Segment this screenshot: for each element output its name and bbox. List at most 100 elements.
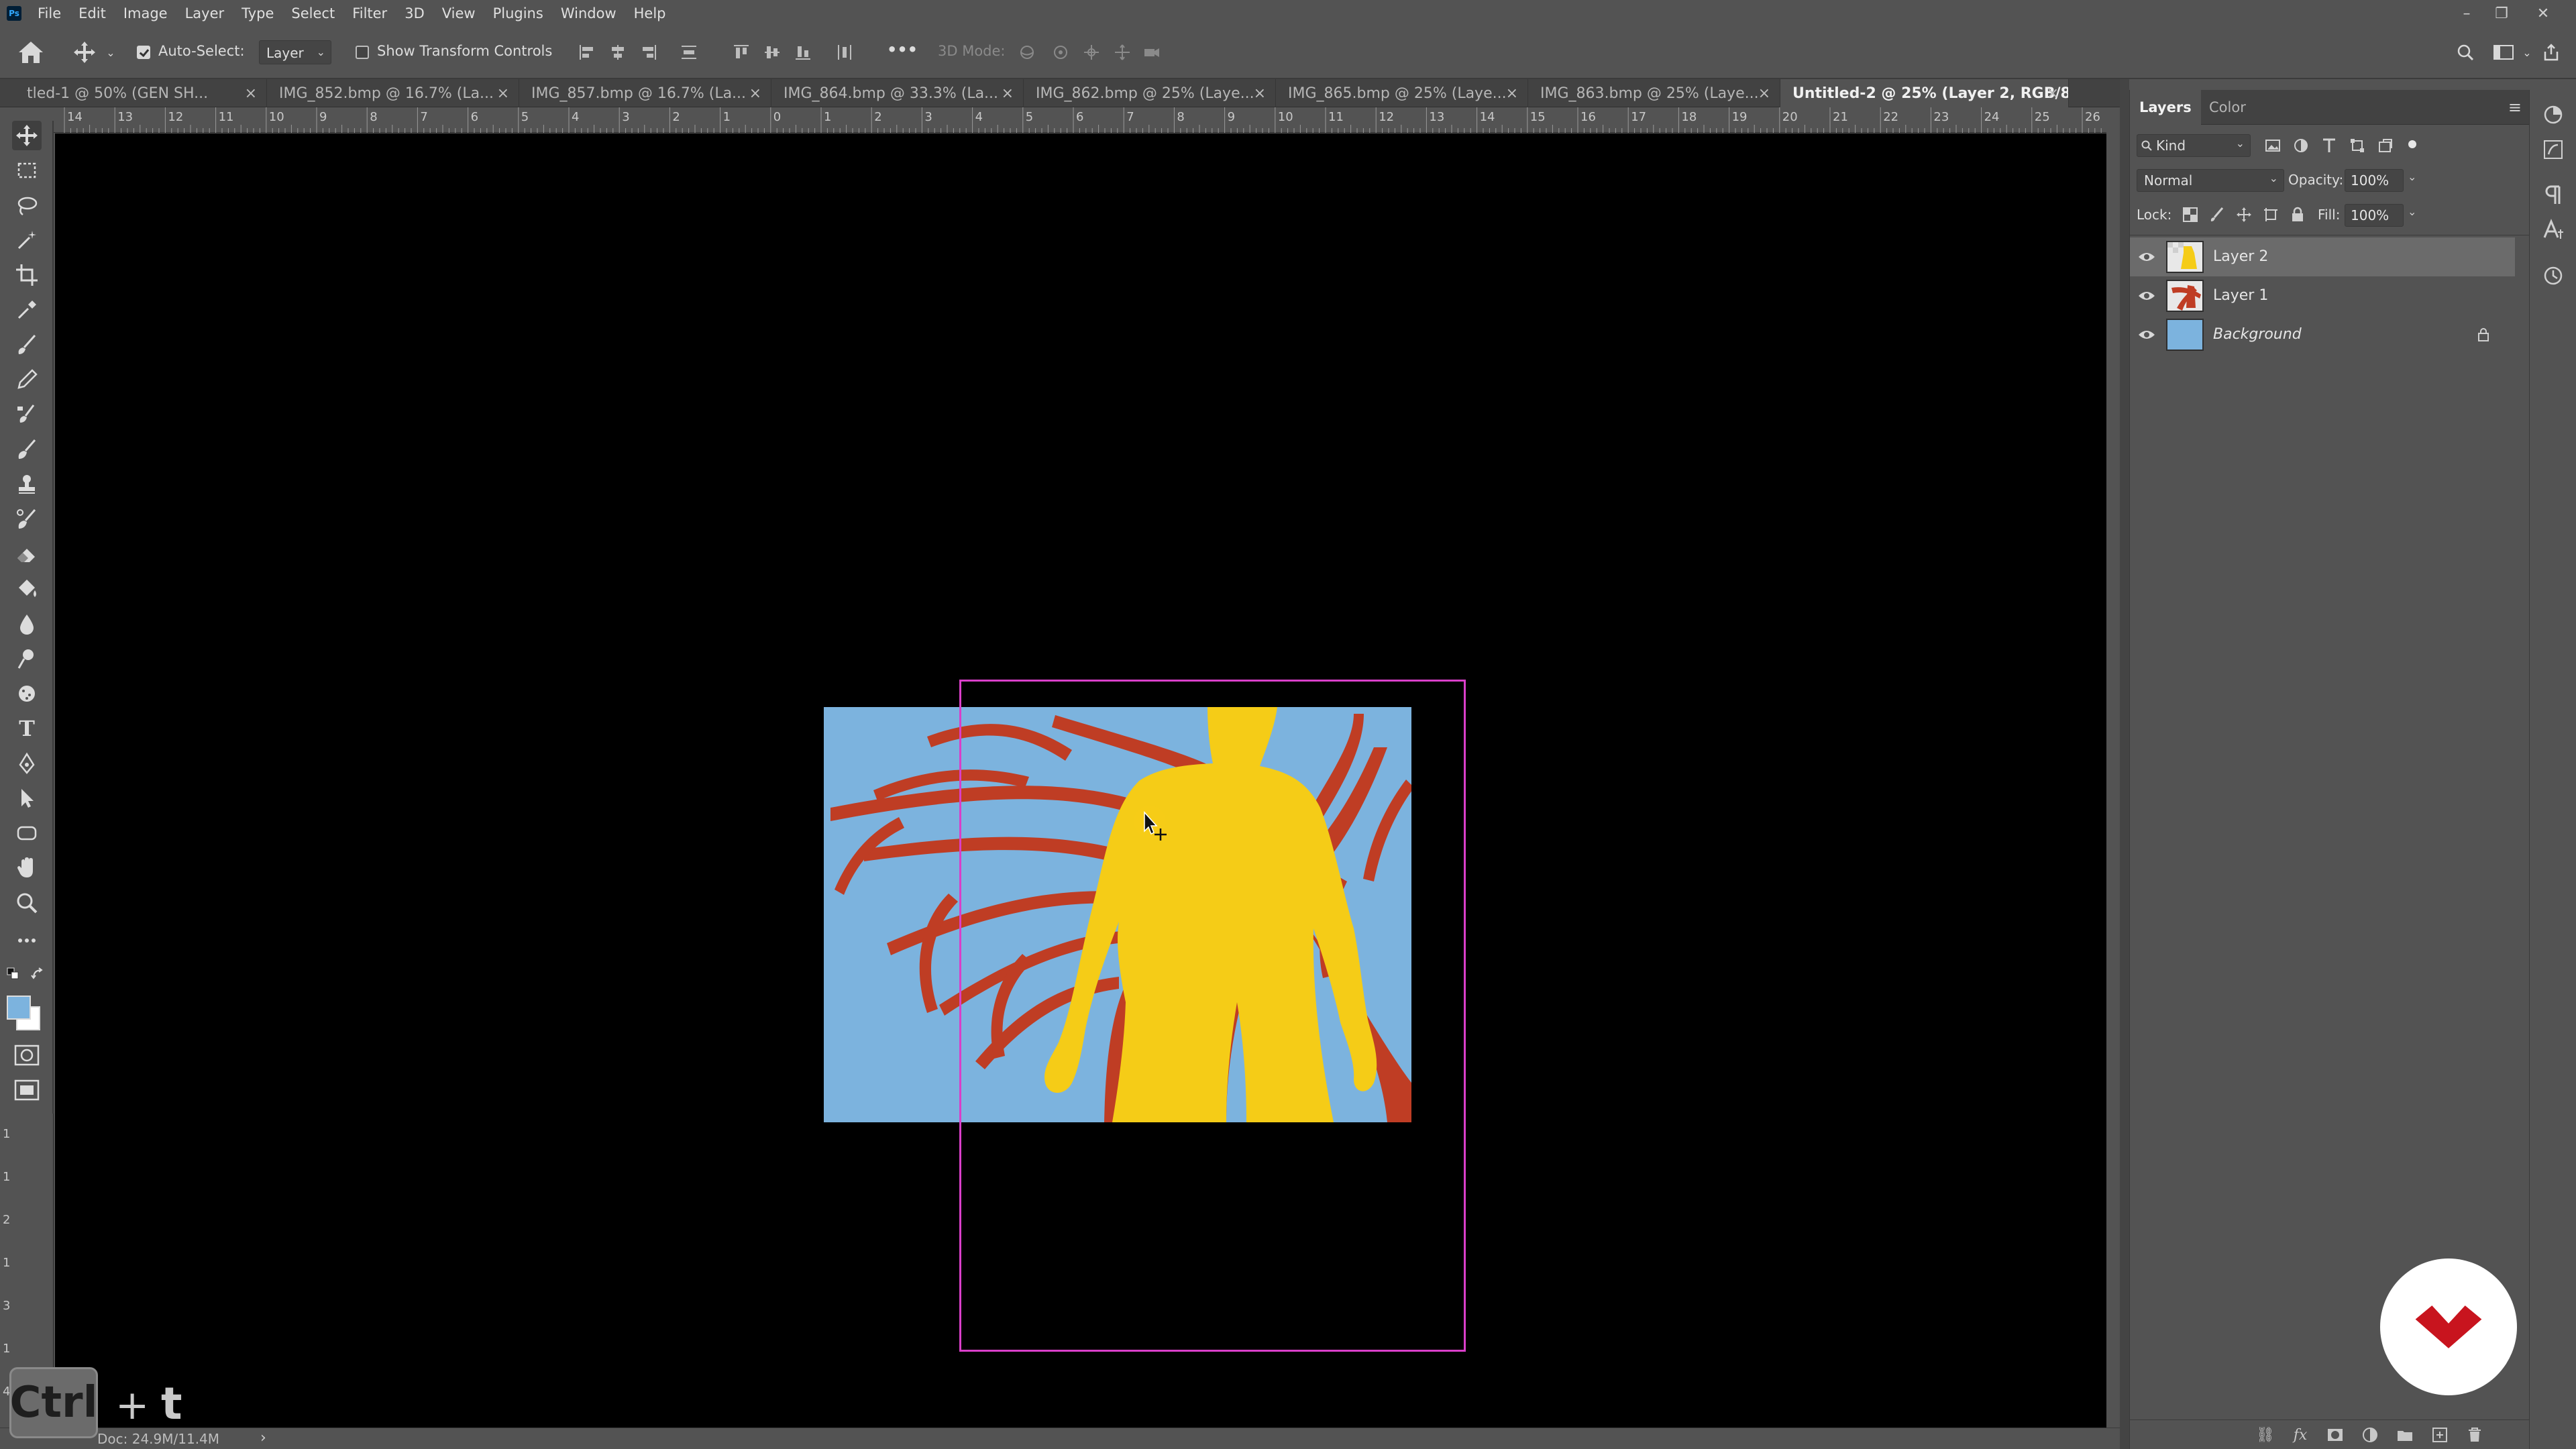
menu-file[interactable]: File bbox=[38, 5, 61, 21]
move-tool[interactable] bbox=[12, 121, 42, 150]
status-chevron-right-icon[interactable]: › bbox=[260, 1430, 266, 1446]
workspace-chevron-icon[interactable]: ⌄ bbox=[2521, 38, 2533, 67]
rectangle-tool[interactable] bbox=[12, 818, 42, 848]
blur-tool[interactable] bbox=[12, 609, 42, 639]
tab-document-4[interactable]: IMG_864.bmp @ 33.3% (La... × bbox=[771, 79, 1024, 107]
panel-menu-icon[interactable]: ≡ bbox=[2508, 98, 2522, 117]
3d-slide-icon[interactable] bbox=[1114, 44, 1131, 61]
close-tab-icon[interactable]: × bbox=[2047, 85, 2059, 102]
type-tool[interactable]: T bbox=[12, 714, 42, 743]
blend-mode-dropdown[interactable]: Normal ⌄ bbox=[2137, 169, 2284, 192]
lock-image-pixels-icon[interactable] bbox=[2209, 207, 2225, 223]
lock-position-icon[interactable] bbox=[2236, 207, 2252, 223]
search-icon[interactable] bbox=[2457, 44, 2474, 61]
align-bottom-icon[interactable] bbox=[794, 44, 812, 61]
magic-wand-tool[interactable] bbox=[12, 225, 42, 255]
close-tab-icon[interactable]: × bbox=[1506, 85, 1518, 102]
lock-all-icon[interactable] bbox=[2290, 207, 2306, 223]
menu-type[interactable]: Type bbox=[241, 5, 274, 21]
opacity-input[interactable]: 100% bbox=[2345, 169, 2404, 192]
close-tab-icon[interactable]: × bbox=[1002, 85, 1014, 102]
home-icon[interactable] bbox=[16, 39, 46, 66]
share-icon[interactable] bbox=[2542, 44, 2560, 61]
tab-document-active[interactable]: Untitled-2 @ 25% (Layer 2, RGB/8) * × bbox=[1780, 79, 2069, 107]
align-vertical-center-icon[interactable] bbox=[763, 44, 781, 61]
filter-type-icon[interactable] bbox=[2320, 137, 2338, 154]
visibility-eye-icon[interactable] bbox=[2138, 249, 2155, 265]
layer-name[interactable]: Layer 2 bbox=[2213, 248, 2268, 265]
tab-document-6[interactable]: IMG_865.bmp @ 25% (Laye... × bbox=[1276, 79, 1528, 107]
add-mask-icon[interactable] bbox=[2326, 1426, 2345, 1444]
3d-orbit-icon[interactable] bbox=[1018, 44, 1036, 61]
layer-name[interactable]: Background bbox=[2213, 326, 2302, 343]
minimize-icon[interactable]: – bbox=[2450, 0, 2483, 27]
auto-select-target-dropdown[interactable]: Layer ⌄ bbox=[259, 40, 331, 64]
close-tab-icon[interactable]: × bbox=[497, 85, 509, 102]
move-tool-preset-icon[interactable] bbox=[72, 40, 97, 64]
distribute-horizontal-icon[interactable] bbox=[836, 44, 853, 61]
align-top-icon[interactable] bbox=[733, 44, 750, 61]
tab-document-5[interactable]: IMG_862.bmp @ 25% (Laye... × bbox=[1024, 79, 1276, 107]
opacity-chevron-icon[interactable]: ⌄ bbox=[2408, 170, 2416, 183]
pencil-tool[interactable] bbox=[12, 365, 42, 394]
more-options-button[interactable]: ••• bbox=[887, 40, 918, 59]
visibility-eye-icon[interactable] bbox=[2138, 327, 2155, 343]
menu-filter[interactable]: Filter bbox=[352, 5, 387, 21]
character-icon[interactable] bbox=[2542, 219, 2565, 241]
close-window-icon[interactable]: ✕ bbox=[2526, 0, 2560, 27]
menu-help[interactable]: Help bbox=[634, 5, 666, 21]
filter-shape-icon[interactable] bbox=[2349, 137, 2366, 154]
3d-camera-icon[interactable] bbox=[1143, 44, 1161, 61]
menu-plugins[interactable]: Plugins bbox=[493, 5, 543, 21]
tab-document-3[interactable]: IMG_857.bmp @ 16.7% (La... × bbox=[519, 79, 771, 107]
path-selection-tool[interactable] bbox=[12, 784, 42, 813]
filter-toggle-icon[interactable] bbox=[2405, 137, 2420, 152]
eraser-tool[interactable] bbox=[12, 539, 42, 569]
edit-toolbar-button[interactable] bbox=[12, 926, 42, 955]
paragraph-icon[interactable] bbox=[2542, 184, 2565, 207]
align-horizontal-center-icon[interactable] bbox=[609, 44, 627, 61]
close-tab-icon[interactable]: × bbox=[1758, 85, 1770, 102]
align-right-icon[interactable] bbox=[640, 44, 657, 61]
panel-collapse-strip[interactable] bbox=[2120, 79, 2129, 1449]
link-layers-icon[interactable]: ⛓ bbox=[2256, 1426, 2275, 1444]
default-colors-icon[interactable] bbox=[7, 967, 20, 981]
clone-stamp-tool[interactable] bbox=[12, 400, 42, 429]
close-tab-icon[interactable]: × bbox=[749, 85, 761, 102]
close-tab-icon[interactable]: × bbox=[245, 85, 257, 102]
filter-pixel-icon[interactable] bbox=[2264, 137, 2282, 154]
layer-style-fx-icon[interactable]: fx bbox=[2291, 1426, 2310, 1444]
quick-mask-icon[interactable] bbox=[13, 1044, 40, 1067]
align-left-icon[interactable] bbox=[578, 44, 596, 61]
tab-document-7[interactable]: IMG_863.bmp @ 25% (Laye... × bbox=[1528, 79, 1780, 107]
menu-image[interactable]: Image bbox=[123, 5, 168, 21]
screen-mode-icon[interactable] bbox=[13, 1079, 40, 1102]
delete-layer-trash-icon[interactable] bbox=[2465, 1426, 2484, 1444]
art-history-brush-tool[interactable] bbox=[12, 504, 42, 534]
sponge-tool[interactable] bbox=[12, 679, 42, 708]
tab-document-1[interactable]: tled-1 @ 50% (GEN SH... × bbox=[15, 79, 267, 107]
document-canvas[interactable] bbox=[55, 133, 2106, 1428]
new-layer-icon[interactable] bbox=[2430, 1426, 2449, 1444]
adjustments-fx-icon[interactable] bbox=[2542, 138, 2565, 161]
stamp-tool[interactable] bbox=[12, 470, 42, 499]
close-tab-icon[interactable]: × bbox=[1254, 85, 1266, 102]
restore-icon[interactable]: ❐ bbox=[2485, 0, 2518, 27]
layer-row-layer-2[interactable]: Layer 2 bbox=[2130, 237, 2515, 276]
workspace-icon[interactable] bbox=[2493, 44, 2516, 61]
menu-3d[interactable]: 3D bbox=[405, 5, 425, 21]
menu-layer[interactable]: Layer bbox=[185, 5, 225, 21]
dodge-tool[interactable] bbox=[12, 644, 42, 674]
crop-tool[interactable] bbox=[12, 260, 42, 290]
hand-tool[interactable] bbox=[12, 853, 42, 883]
tab-layers[interactable]: Layers bbox=[2130, 90, 2201, 125]
fill-chevron-icon[interactable]: ⌄ bbox=[2408, 205, 2416, 218]
fill-input[interactable]: 100% bbox=[2345, 204, 2404, 227]
layer-row-layer-1[interactable]: Layer 1 bbox=[2130, 276, 2515, 315]
menu-window[interactable]: Window bbox=[561, 5, 616, 21]
tab-document-2[interactable]: IMG_852.bmp @ 16.7% (La... × bbox=[267, 79, 519, 107]
paint-bucket-tool[interactable] bbox=[12, 574, 42, 604]
layer-lock-icon[interactable] bbox=[2477, 327, 2489, 342]
new-group-folder-icon[interactable] bbox=[2396, 1426, 2414, 1444]
history-icon[interactable] bbox=[2542, 264, 2565, 287]
